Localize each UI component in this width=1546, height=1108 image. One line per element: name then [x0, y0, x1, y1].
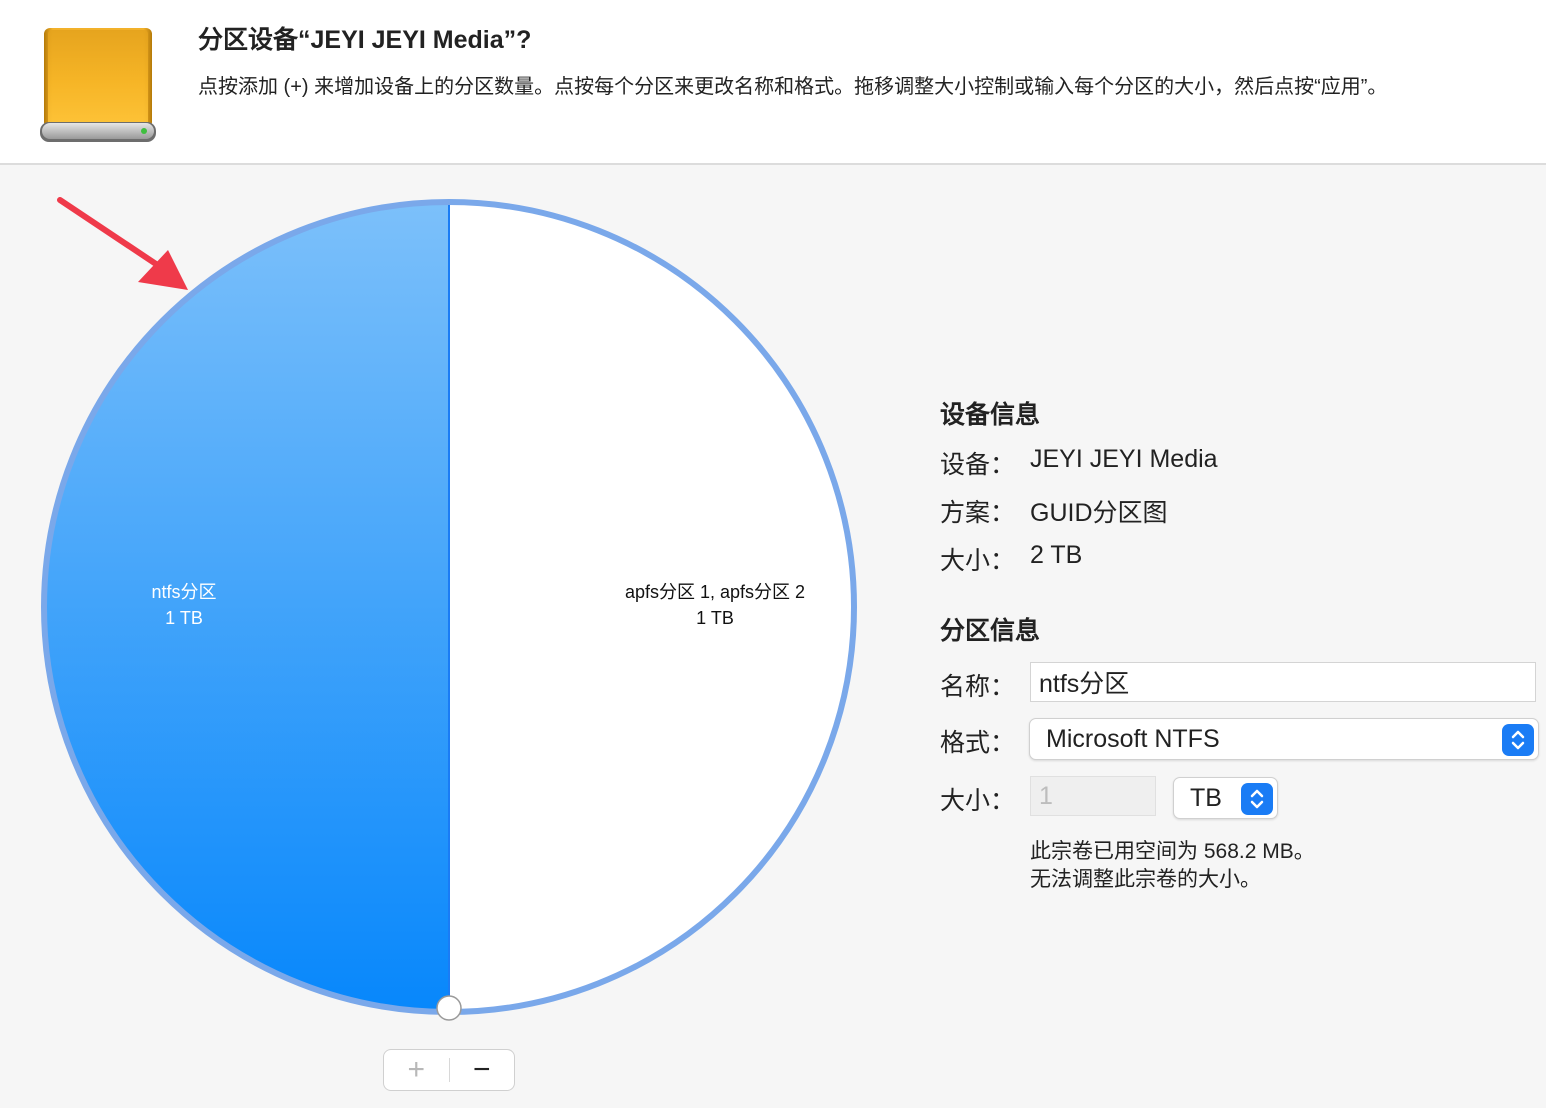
remove-partition-button[interactable]: − [450, 1050, 515, 1090]
device-value: JEYI JEYI Media [1030, 445, 1218, 473]
slice-size: 1 TB [696, 608, 734, 628]
size-unit-select[interactable]: TB [1173, 777, 1278, 819]
slice-label-apfs: apfs分区 1, apfs分区 2 1 TB [585, 579, 845, 631]
format-select[interactable]: Microsoft NTFS [1029, 718, 1539, 760]
external-drive-icon [40, 28, 156, 142]
slice-name: apfs分区 1, apfs分区 2 [624, 582, 806, 602]
dialog-description: 点按添加 (+) 来增加设备上的分区数量。点按每个分区来更改名称和格式。拖移调整… [198, 76, 1388, 98]
dialog-header: 分区设备“JEYI JEYI Media”? 点按添加 (+) 来增加设备上的分… [0, 0, 1546, 165]
partition-info-title: 分区信息 [940, 617, 1041, 645]
add-remove-control: + − [383, 1049, 515, 1091]
dialog-title: 分区设备“JEYI JEYI Media”? [198, 26, 532, 54]
partition-size-label: 大小： [940, 787, 1016, 815]
unit-select-value: TB [1190, 784, 1222, 812]
format-label: 格式： [940, 729, 1016, 757]
name-label: 名称： [940, 673, 1016, 701]
resize-warning-note: 无法调整此宗卷的大小。 [1030, 868, 1261, 891]
used-space-note: 此宗卷已用空间为 568.2 MB。 [1030, 840, 1315, 863]
scheme-label: 方案： [940, 499, 1016, 527]
device-size-value: 2 TB [1030, 541, 1083, 569]
up-down-chevron-icon [1502, 724, 1534, 756]
format-select-value: Microsoft NTFS [1046, 725, 1220, 753]
scheme-value: GUID分区图 [1030, 499, 1168, 527]
slice-size: 1 TB [165, 608, 203, 628]
red-arrow-annotation [57, 197, 188, 290]
slice-label-ntfs: ntfs分区 1 TB [84, 579, 284, 631]
partition-pie-area: ntfs分区 1 TB apfs分区 1, apfs分区 2 1 TB + − [0, 166, 900, 1108]
up-down-chevron-icon [1241, 783, 1273, 815]
device-info-title: 设备信息 [940, 401, 1041, 429]
slice-name: ntfs分区 [151, 582, 217, 602]
add-partition-button[interactable]: + [384, 1050, 449, 1090]
partition-size-field[interactable] [1030, 776, 1156, 816]
device-size-label: 大小： [940, 547, 1016, 575]
resize-handle[interactable] [436, 995, 462, 1021]
partition-name-field[interactable] [1030, 662, 1536, 702]
device-label: 设备： [940, 451, 1016, 479]
